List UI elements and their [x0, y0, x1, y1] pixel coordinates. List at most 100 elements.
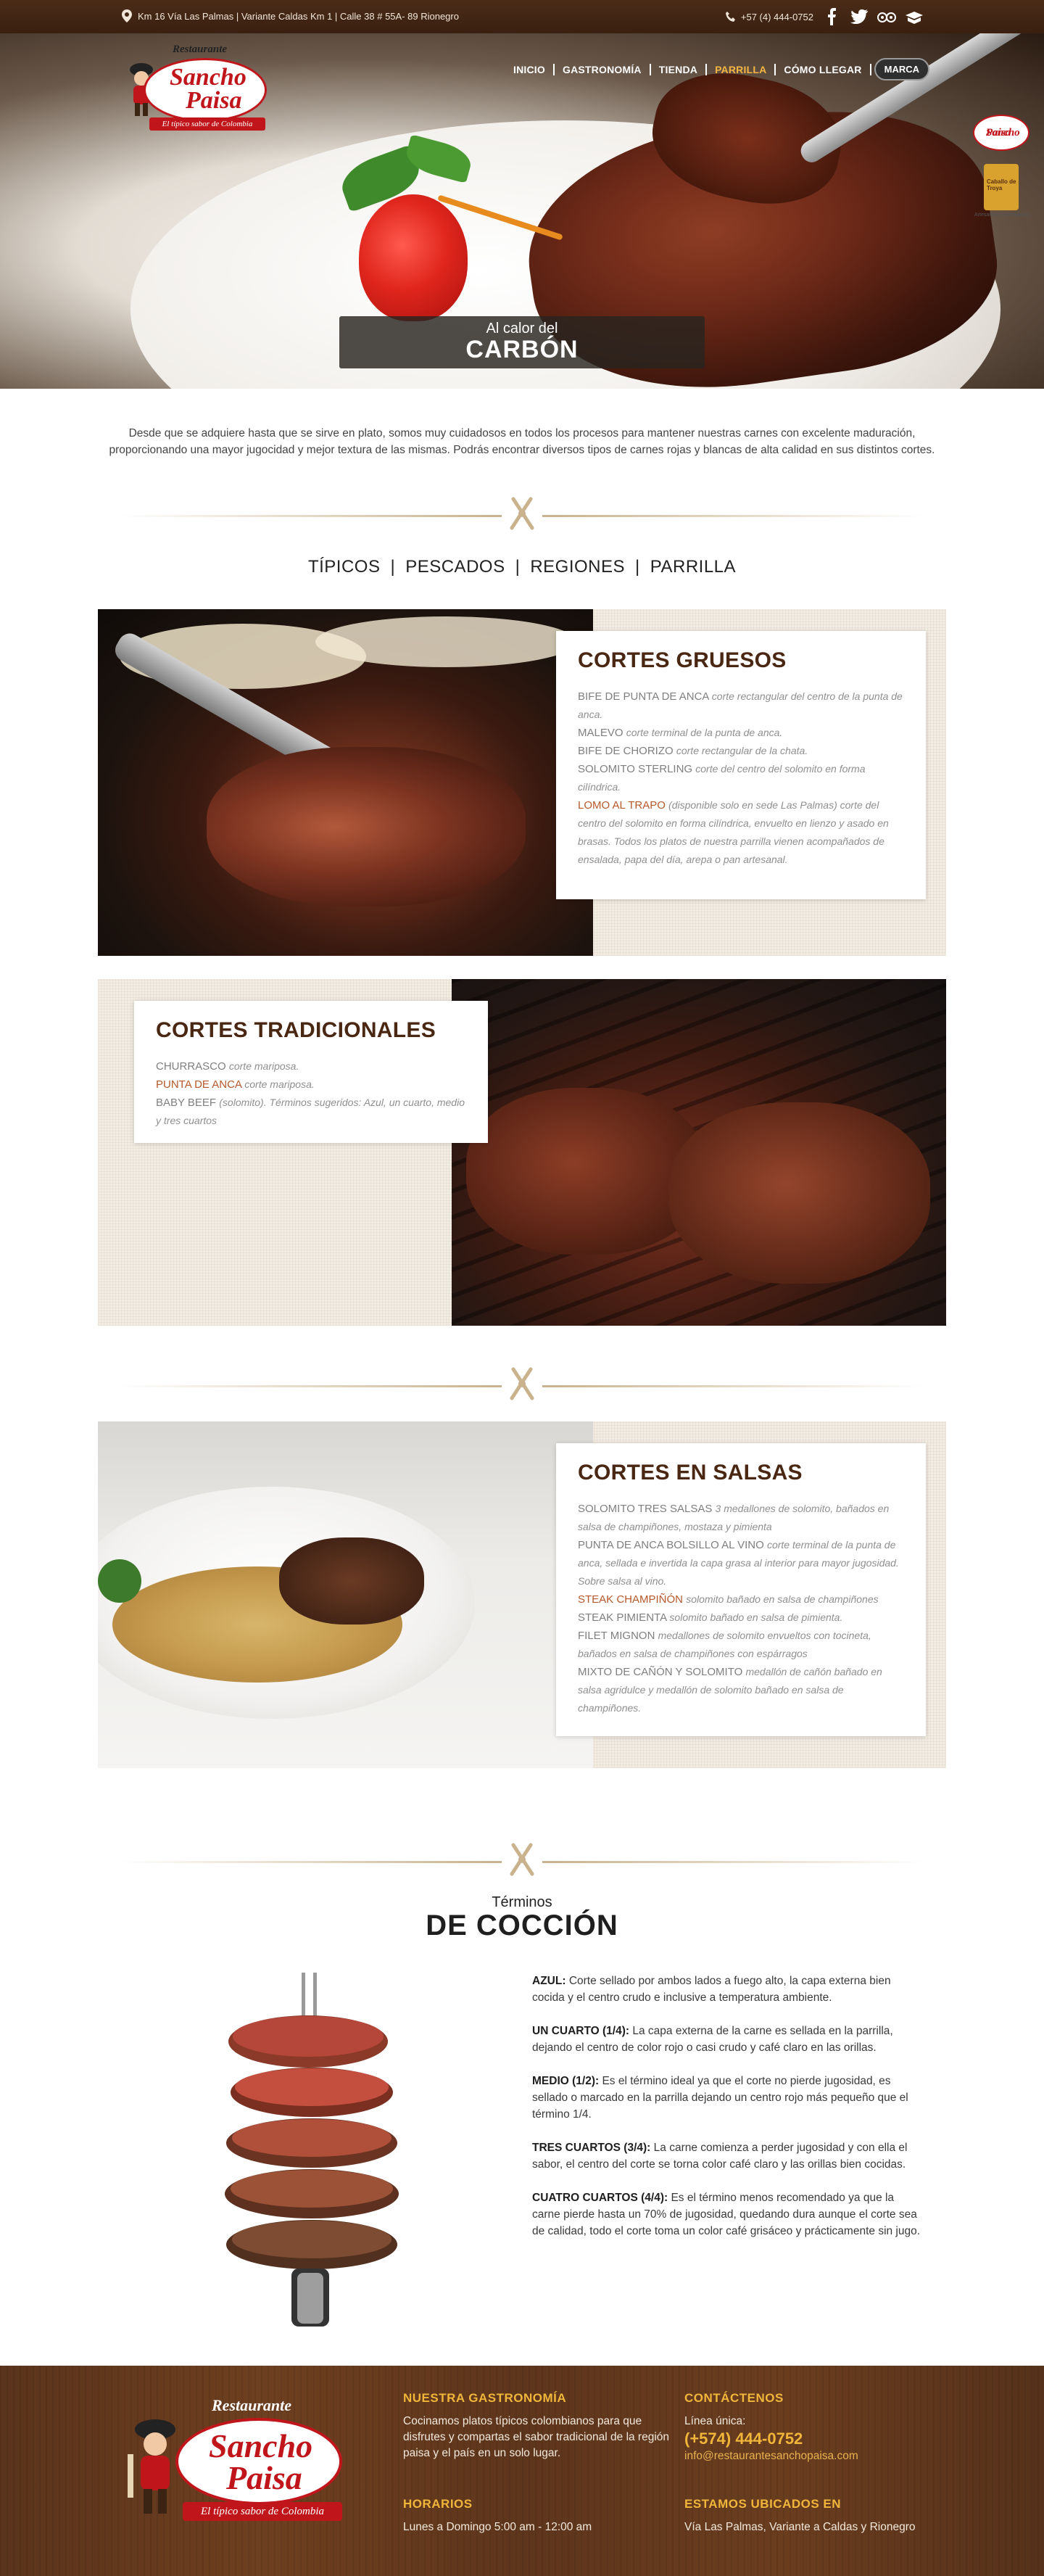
badge2-text: Caballo de Troya	[987, 178, 1016, 191]
menu-entry: SOLOMITO STERLING corte del centro del s…	[578, 760, 904, 796]
footer-hours-title: HORARIOS	[403, 2497, 473, 2511]
nav-item-tienda[interactable]: TIENDA	[651, 63, 708, 75]
logo-tagline: El típico sabor de Colombia	[149, 117, 265, 131]
menu-entry: BIFE DE PUNTA DE ANCA corte rectangular …	[578, 688, 904, 724]
sancho-paisa-badge[interactable]: Sancho Paisa	[973, 115, 1030, 151]
footer-logo[interactable]: Restaurante Sancho Paisa El típico sabor…	[125, 2396, 349, 2527]
termino-label: UN CUARTO (1/4):	[532, 2025, 630, 2037]
footer-location-title: ESTAMOS UBICADOS EN	[684, 2497, 842, 2511]
footer-ubicacion: ESTAMOS UBICADOS EN Vía Las Palmas, Vari…	[684, 2496, 945, 2535]
meat-skewer-image	[225, 1973, 399, 2327]
termino-label: CUATRO CUARTOS (4/4):	[532, 2192, 668, 2204]
entry-desc: corte mariposa.	[228, 1060, 299, 1072]
termino-item: AZUL: Corte sellado por ambos lados a fu…	[532, 1973, 924, 2006]
contact-social: +57 (4) 444-0752	[725, 7, 924, 26]
brand-logo[interactable]: Restaurante Sancho Paisa El típico sabor…	[125, 42, 270, 136]
termino-item: TRES CUARTOS (3/4): La carne comienza a …	[532, 2139, 924, 2173]
footer-phone-link[interactable]: (+574) 444-0752	[684, 2431, 945, 2447]
menu-entry: STEAK PIMIENTA solomito bañado en salsa …	[578, 1609, 904, 1627]
footer-gastro-title: NUESTRA GASTRONOMÍA	[403, 2391, 567, 2405]
nav-item-gastronomia[interactable]: GASTRONOMÍA	[555, 63, 651, 75]
termino-label: TRES CUARTOS (3/4):	[532, 2142, 651, 2154]
footer-logo-tagline: El típico sabor de Colombia	[183, 2502, 342, 2521]
footer-location-text: Vía Las Palmas, Variante a Caldas y Rion…	[684, 2521, 916, 2533]
tripadvisor-icon[interactable]	[877, 7, 896, 26]
entry-name: BIFE DE PUNTA DE ANCA	[578, 690, 709, 703]
book-icon[interactable]	[905, 7, 924, 26]
tab-regiones[interactable]: REGIONES	[530, 557, 625, 577]
terminos-small: Términos	[492, 1894, 552, 1910]
menu-entry: BABY BEEF (solomito). Términos sugeridos…	[156, 1094, 466, 1130]
entry-name: BIFE DE CHORIZO	[578, 745, 674, 757]
entry-name: PUNTA DE ANCA BOLSILLO AL VINO	[578, 1539, 764, 1551]
address-text: Km 16 Vía Las Palmas | Variante Caldas K…	[138, 10, 459, 22]
terminos-big: DE COCCIÓN	[426, 1910, 618, 1941]
phone-icon	[725, 12, 735, 22]
entry-name: FILET MIGNON	[578, 1630, 655, 1642]
twitter-icon[interactable]	[850, 7, 869, 26]
address-block: Km 16 Vía Las Palmas | Variante Caldas K…	[122, 9, 459, 22]
termino-label: MEDIO (1/2):	[532, 2075, 600, 2087]
cortes-gruesos-photo	[98, 609, 593, 956]
cortes-tradicionales-card: CORTES TRADICIONALES CHURRASCO corte mar…	[134, 1001, 488, 1143]
hero-caption-line1: Al calor del	[486, 321, 558, 337]
section-divider	[117, 493, 927, 537]
marca-button[interactable]: MARCA	[874, 58, 929, 80]
entry-desc: corte terminal de la punta de anca.	[626, 727, 783, 738]
main-nav: INICIO GASTRONOMÍA TIENDA PARRILLA CÓMO …	[505, 58, 929, 80]
entry-name: MALEVO	[578, 727, 624, 739]
footer-email-link[interactable]: info@restaurantesanchopaisa.com	[684, 2448, 945, 2464]
caballo-de-troya-badge[interactable]: Caballo de Troya	[984, 164, 1019, 210]
tab-parrilla[interactable]: PARRILLA	[650, 557, 736, 577]
logo-restaurante: Restaurante	[173, 44, 228, 55]
mascot-icon	[128, 2419, 175, 2514]
cortes-gruesos-card: CORTES GRUESOS BIFE DE PUNTA DE ANCA cor…	[556, 631, 926, 899]
entry-name: SOLOMITO TRES SALSAS	[578, 1503, 713, 1515]
entry-desc: corte rectangular de la chata.	[676, 745, 808, 756]
footer-contact-title: CONTÁCTENOS	[684, 2391, 784, 2405]
menu-entry: LOMO AL TRAPO (disponible solo en sede L…	[578, 796, 904, 869]
section-divider	[117, 1839, 927, 1883]
fork-knife-icon	[510, 1843, 534, 1876]
footer-hours-text: Lunes a Domingo 5:00 am - 12:00 am	[403, 2521, 592, 2533]
entry-name: SOLOMITO STERLING	[578, 763, 693, 775]
section-cortes-gruesos: CORTES GRUESOS BIFE DE PUNTA DE ANCA cor…	[98, 609, 946, 956]
footer: Restaurante Sancho Paisa El típico sabor…	[0, 2366, 1044, 2576]
entry-name: STEAK CHAMPIÑÓN	[578, 1593, 684, 1606]
hero-strawberry	[359, 194, 468, 321]
cortes-tradicionales-photo	[452, 979, 946, 1326]
section-cortes-en-salsas: CORTES EN SALSAS SOLOMITO TRES SALSAS 3 …	[98, 1421, 946, 1768]
entry-name: CHURRASCO	[156, 1060, 226, 1073]
nav-item-como-llegar[interactable]: CÓMO LLEGAR	[776, 63, 871, 75]
footer-horarios: HORARIOS Lunes a Domingo 5:00 am - 12:00…	[403, 2496, 673, 2535]
facebook-icon[interactable]	[822, 7, 841, 26]
nav-item-parrilla[interactable]: PARRILLA	[707, 63, 776, 75]
entry-desc: solomito bañado en salsa de pimienta.	[669, 1611, 843, 1623]
footer-logo-restaurante: Restaurante	[212, 2396, 292, 2414]
section-title: CORTES EN SALSAS	[578, 1461, 803, 1485]
menu-entry: STEAK CHAMPIÑÓN solomito bañado en salsa…	[578, 1590, 904, 1609]
intro-paragraph: Desde que se adquiere hasta que se sirve…	[109, 427, 935, 456]
footer-logo-name2: Paisa	[226, 2459, 302, 2496]
hero-caption-line2: CARBÓN	[465, 336, 579, 363]
section-title: CORTES GRUESOS	[578, 648, 787, 672]
termino-label: AZUL:	[532, 1975, 566, 1987]
entry-name: LOMO AL TRAPO	[578, 799, 666, 812]
nav-item-inicio[interactable]: INICIO	[505, 63, 555, 75]
termino-item: CUATRO CUARTOS (4/4): Es el término meno…	[532, 2189, 924, 2239]
menu-entry: PUNTA DE ANCA corte mariposa.	[156, 1076, 466, 1094]
hero-caption: Al calor del CARBÓN	[339, 316, 705, 368]
tab-pescados[interactable]: PESCADOS	[405, 557, 505, 577]
phone-text: +57 (4) 444-0752	[740, 11, 813, 22]
menu-entry: BIFE DE CHORIZO corte rectangular de la …	[578, 742, 904, 760]
phone-link[interactable]: +57 (4) 444-0752	[725, 11, 813, 22]
entry-name: BABY BEEF	[156, 1097, 217, 1109]
menu-entry: PUNTA DE ANCA BOLSILLO AL VINO corte ter…	[578, 1536, 904, 1590]
section-title: CORTES TRADICIONALES	[156, 1018, 436, 1042]
badge-line2: Paisa	[986, 127, 1011, 139]
tab-tipicos[interactable]: TÍPICOS	[308, 557, 381, 577]
footer-gastro-text: Cocinamos platos típicos colombianos par…	[403, 2415, 670, 2459]
footer-contacto: CONTÁCTENOS Línea única: (+574) 444-0752…	[684, 2390, 945, 2464]
cortes-en-salsas-card: CORTES EN SALSAS SOLOMITO TRES SALSAS 3 …	[556, 1443, 926, 1736]
category-tabs: TÍPICOS | PESCADOS | REGIONES | PARRILLA	[307, 557, 737, 577]
